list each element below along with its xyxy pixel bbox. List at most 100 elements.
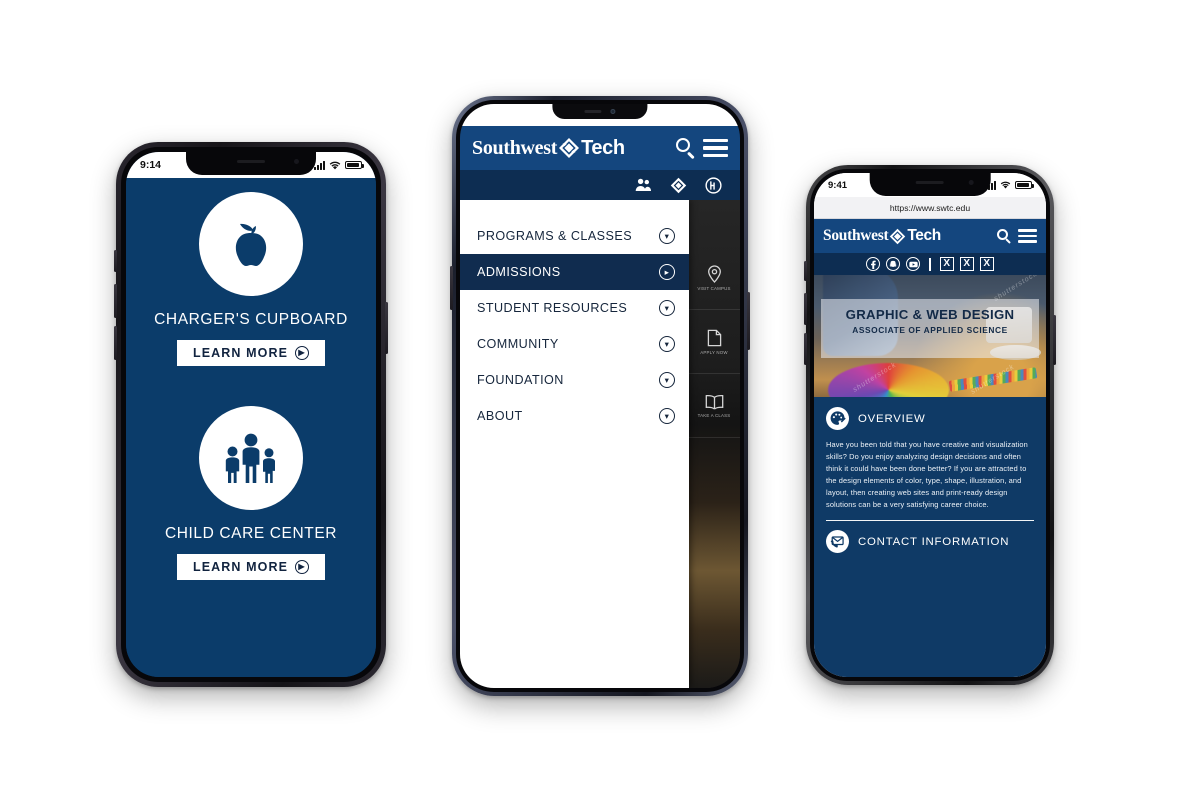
contact-heading-row[interactable]: CONTACT INFORMATION [826, 521, 1034, 554]
quicklink-visit-campus[interactable]: VISIT CAMPUS [688, 246, 740, 310]
browser-url-bar[interactable]: https://www.swtc.edu [814, 197, 1046, 219]
quicklink-take-a-class[interactable]: TAKE A CLASS [688, 374, 740, 438]
hamburger-menu-icon[interactable] [703, 139, 728, 157]
logo-word-tech: Tech [581, 136, 625, 159]
phone-left-screen: 9:14 CHARGER'S CUPBOARD LEARN MORE ▶ CHI… [126, 152, 376, 677]
apple-icon-badge [199, 192, 303, 296]
menu-top-spacer [460, 200, 689, 218]
quicklink-label: TAKE A CLASS [697, 412, 731, 418]
phone-center-screen: Southwest Tech VISIT CAMPUS APPLY NOW TA… [460, 104, 740, 688]
status-time: 9:14 [140, 159, 162, 171]
apple-icon [235, 223, 267, 266]
menu-item-foundation[interactable]: FOUNDATION ▾ [460, 362, 689, 398]
menu-item-programs-classes[interactable]: PROGRAMS & CLASSES ▾ [460, 218, 689, 254]
social-placeholder-2[interactable]: X [959, 257, 974, 271]
chevron-down-circle-icon: ▾ [659, 372, 675, 388]
wifi-icon [329, 161, 341, 170]
snapchat-icon[interactable] [886, 257, 901, 271]
notch [552, 104, 648, 119]
site-header: Southwest Tech [460, 126, 740, 170]
family-icon [225, 433, 275, 483]
menu-item-admissions[interactable]: ADMISSIONS ▸ [460, 254, 689, 290]
document-icon [707, 329, 721, 346]
power-button[interactable] [1053, 315, 1056, 365]
power-button[interactable] [385, 302, 388, 354]
search-icon[interactable] [675, 137, 697, 160]
menu-item-label: COMMUNITY [477, 337, 559, 351]
menu-item-community[interactable]: COMMUNITY ▾ [460, 326, 689, 362]
hero-subtitle: ASSOCIATE OF APPLIED SCIENCE [852, 324, 1008, 335]
volume-button[interactable] [450, 266, 453, 310]
hero-color-wheel [827, 362, 949, 397]
url-text: https://www.swtc.edu [889, 202, 971, 213]
envelope-phone-icon [826, 530, 849, 554]
quicklink-tiles: VISIT CAMPUS APPLY NOW TAKE A CLASS [688, 246, 740, 438]
front-camera [968, 180, 974, 185]
mute-switch[interactable] [804, 261, 807, 281]
arrow-right-circle-icon: ▶ [295, 560, 310, 574]
quicklink-label: VISIT CAMPUS [697, 285, 731, 291]
earpiece-speaker [237, 160, 265, 163]
battery-icon [345, 160, 364, 170]
volume-down-button[interactable] [804, 333, 807, 365]
hero-pencils [948, 367, 1038, 392]
overview-heading: OVERVIEW [858, 412, 926, 425]
overview-heading-row: OVERVIEW [826, 407, 1034, 430]
chevron-down-circle-icon: ▾ [659, 228, 675, 244]
site-header: Southwest Tech [814, 219, 1046, 253]
earpiece-speaker [584, 110, 602, 113]
chevron-down-circle-icon: ▾ [659, 336, 675, 352]
circled-h-icon[interactable] [704, 176, 722, 194]
logo-word-southwest: Southwest [823, 227, 889, 244]
family-icon-badge [199, 406, 303, 510]
volume-up-button[interactable] [114, 284, 117, 318]
menu-item-label: STUDENT RESOURCES [477, 301, 628, 315]
map-pin-icon [707, 264, 721, 283]
front-camera [610, 108, 616, 115]
contact-heading: CONTACT INFORMATION [858, 535, 1010, 548]
hamburger-menu-icon[interactable] [1018, 229, 1037, 243]
chevron-down-circle-icon: ▾ [659, 408, 675, 424]
menu-item-label: ABOUT [477, 409, 523, 423]
notch [869, 173, 991, 196]
diamond-logo-icon[interactable] [669, 176, 687, 194]
menu-item-label: ADMISSIONS [477, 265, 561, 279]
social-placeholder-1[interactable]: X [939, 257, 954, 271]
youtube-icon[interactable] [906, 257, 921, 271]
mute-switch[interactable] [114, 250, 117, 272]
menu-item-student-resources[interactable]: STUDENT RESOURCES ▾ [460, 290, 689, 326]
learn-more-button-cupboard[interactable]: LEARN MORE ▶ [176, 340, 326, 366]
people-group-icon[interactable] [634, 176, 652, 194]
social-divider [929, 257, 931, 271]
site-logo[interactable]: Southwest Tech [472, 137, 669, 160]
card-title-cupboard: CHARGER'S CUPBOARD [154, 311, 348, 328]
volume-up-button[interactable] [804, 293, 807, 325]
paint-palette-icon [826, 407, 849, 430]
social-bar: X X X [814, 253, 1046, 275]
menu-item-about[interactable]: ABOUT ▾ [460, 398, 689, 434]
learn-more-button-childcare[interactable]: LEARN MORE ▶ [176, 554, 326, 580]
phone-left-content: CHARGER'S CUPBOARD LEARN MORE ▶ CHILD CA… [126, 178, 376, 677]
volume-down-button[interactable] [114, 326, 117, 360]
phone-center-device: Southwest Tech VISIT CAMPUS APPLY NOW TA… [450, 96, 750, 696]
hero-text-block: GRAPHIC & WEB DESIGN ASSOCIATE OF APPLIE… [814, 307, 1046, 335]
menu-item-label: FOUNDATION [477, 373, 564, 387]
logo-word-tech: Tech [907, 227, 941, 244]
site-logo[interactable]: Southwest Tech [823, 227, 991, 245]
page-stage: VISIT CAMPUS APPLY NOW TAKE A CLASS PROG… [460, 200, 740, 688]
power-button[interactable] [747, 292, 750, 350]
battery-icon [1015, 180, 1034, 190]
social-placeholder-3[interactable]: X [979, 257, 994, 271]
search-icon[interactable] [996, 228, 1013, 245]
chevron-right-circle-icon: ▸ [659, 264, 675, 280]
phone-left-device: 9:14 CHARGER'S CUPBOARD LEARN MORE ▶ CHI… [114, 142, 388, 687]
chevron-down-circle-icon: ▾ [659, 300, 675, 316]
status-time: 9:41 [828, 179, 848, 191]
learn-more-label: LEARN MORE [192, 560, 289, 574]
facebook-icon[interactable] [866, 257, 881, 271]
quicklink-apply-now[interactable]: APPLY NOW [688, 310, 740, 374]
navigation-menu: PROGRAMS & CLASSES ▾ ADMISSIONS ▸ STUDEN… [460, 200, 689, 688]
card-title-childcare: CHILD CARE CENTER [164, 525, 338, 542]
hero-title: GRAPHIC & WEB DESIGN [845, 306, 1015, 322]
front-camera [294, 159, 299, 164]
